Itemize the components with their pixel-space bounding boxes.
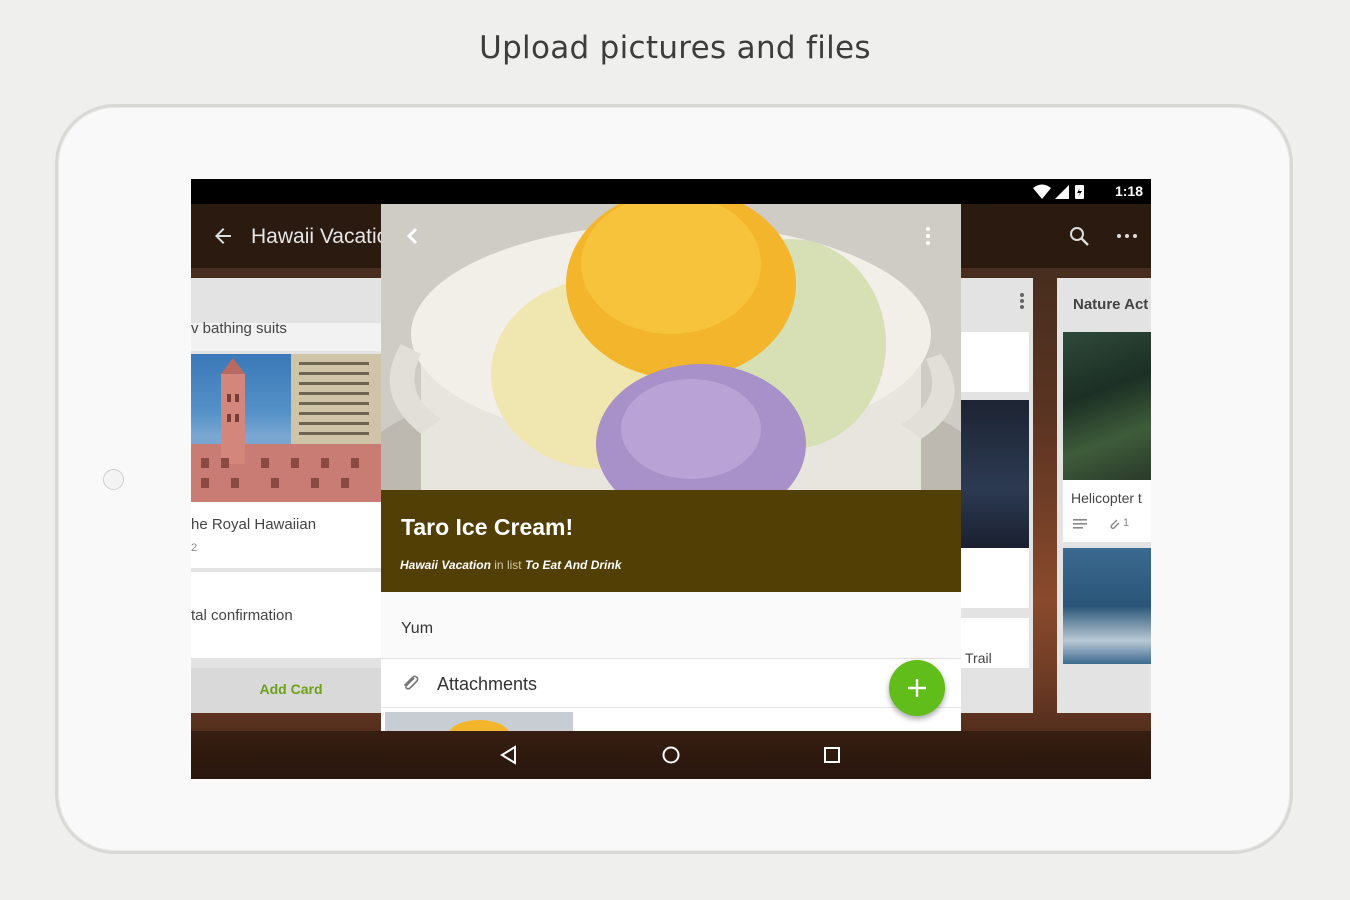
plus-icon xyxy=(889,660,945,716)
attachment-thumbnail[interactable] xyxy=(385,712,573,731)
attachments-label: Attachments xyxy=(437,674,537,695)
card-title: v bathing suits xyxy=(191,320,287,337)
card-cover-image xyxy=(381,204,961,490)
attachments-header: Attachments xyxy=(381,659,961,708)
card-badge-count: 2 xyxy=(191,542,197,554)
list-item[interactable]: Trail xyxy=(961,618,1029,668)
status-icons xyxy=(1033,184,1103,200)
description-text: Yum xyxy=(401,620,433,638)
device-screen: 1:18 Hawaii Vacatio v bathing suits xyxy=(191,179,1151,779)
paperclip-icon xyxy=(400,673,420,693)
list-item[interactable]: Helicopter t 1 xyxy=(1063,332,1151,542)
list-link[interactable]: To Eat And Drink xyxy=(525,558,621,572)
paperclip-icon xyxy=(1107,517,1121,531)
more-vertical-icon[interactable] xyxy=(924,226,932,246)
list-title: Nature Act xyxy=(1073,296,1148,313)
card-cover-image xyxy=(191,354,381,502)
left-list: v bathing suits xyxy=(191,278,381,713)
description-icon xyxy=(1073,518,1087,530)
add-attachment-button[interactable] xyxy=(889,660,945,716)
card-title: tal confirmation xyxy=(191,607,293,624)
status-time: 1:18 xyxy=(1115,183,1143,199)
signal-icon xyxy=(1055,185,1069,199)
card-title: he Royal Hawaiian xyxy=(191,516,316,533)
nav-home-icon[interactable] xyxy=(661,745,681,765)
card-title: Trail xyxy=(965,650,992,666)
more-icon[interactable] xyxy=(1115,230,1139,242)
board-link[interactable]: Hawaii Vacation xyxy=(400,558,491,572)
tablet-camera xyxy=(103,469,124,490)
card-title: Helicopter t xyxy=(1071,490,1142,506)
card-title[interactable]: Taro Ice Cream! xyxy=(401,514,573,541)
card-detail-modal: Taro Ice Cream! Hawaii Vacation in list … xyxy=(381,204,961,731)
search-icon[interactable] xyxy=(1067,224,1091,248)
nav-back-icon[interactable] xyxy=(499,745,519,765)
in-list-label: in list xyxy=(494,558,521,572)
add-card-button[interactable]: Add Card xyxy=(191,668,381,713)
list-item[interactable] xyxy=(961,332,1029,392)
middle-list: Trail xyxy=(961,278,1033,713)
list-item[interactable]: he Royal Hawaiian 2 xyxy=(191,354,381,568)
board-title: Hawaii Vacatio xyxy=(251,225,388,249)
list-item[interactable]: tal confirmation xyxy=(191,572,381,658)
nav-recents-icon[interactable] xyxy=(823,746,841,764)
card-cover-image xyxy=(961,400,1029,548)
list-menu-icon[interactable] xyxy=(1019,292,1025,310)
back-arrow-icon[interactable] xyxy=(211,224,235,248)
card-location: Hawaii Vacation in list To Eat And Drink xyxy=(400,558,621,572)
wifi-icon xyxy=(1033,185,1051,200)
status-bar: 1:18 xyxy=(191,179,1151,204)
right-list: Nature Act Helicopter t 1 xyxy=(1057,278,1151,713)
card-description[interactable]: Yum xyxy=(381,592,961,659)
list-item[interactable] xyxy=(961,548,1029,608)
card-title-band: Taro Ice Cream! Hawaii Vacation in list … xyxy=(381,490,961,592)
card-cover-image xyxy=(1063,332,1151,480)
attachment-count: 1 xyxy=(1123,517,1129,529)
page-headline: Upload pictures and files xyxy=(0,30,1350,66)
card-cover-image xyxy=(1063,548,1151,664)
list-item[interactable]: v bathing suits xyxy=(191,323,381,351)
system-nav-bar xyxy=(191,731,1151,779)
chevron-left-icon[interactable] xyxy=(403,226,423,246)
